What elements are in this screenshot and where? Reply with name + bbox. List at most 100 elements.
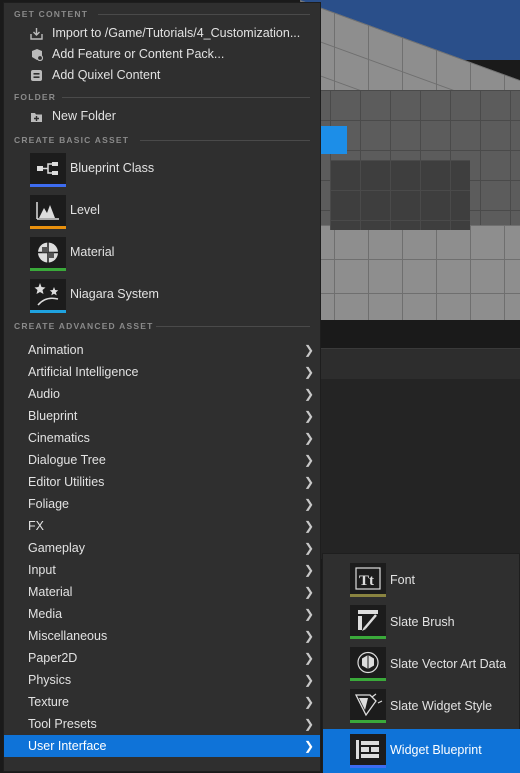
menu-item-label: Level (70, 203, 100, 217)
import-icon (30, 28, 43, 40)
section-divider (140, 140, 310, 141)
section-create-basic-asset: CREATE BASIC ASSET (4, 129, 320, 149)
menu-item-label: Miscellaneous (28, 629, 108, 643)
asset-color-bar (30, 226, 66, 229)
menu-item-foliage[interactable]: Foliage ❯ (4, 493, 320, 515)
chevron-right-icon: ❯ (304, 563, 315, 577)
viewport-ledge (300, 225, 520, 320)
menu-item-tool-presets[interactable]: Tool Presets ❯ (4, 713, 320, 735)
slate-widget-style-icon (350, 689, 386, 720)
menu-item-label: Gameplay (28, 541, 85, 555)
menu-item-audio[interactable]: Audio ❯ (4, 383, 320, 405)
section-title: CREATE ADVANCED ASSET (14, 321, 154, 331)
menu-item-label: Blueprint (28, 409, 78, 423)
menu-item-input[interactable]: Input ❯ (4, 559, 320, 581)
chevron-right-icon: ❯ (304, 387, 315, 401)
menu-item-label: Texture (28, 695, 69, 709)
chevron-right-icon: ❯ (304, 651, 315, 665)
menu-item-paper2d[interactable]: Paper2D ❯ (4, 647, 320, 669)
chevron-right-icon: ❯ (304, 541, 315, 555)
quixel-icon (31, 70, 42, 81)
menu-item-label: Dialogue Tree (28, 453, 106, 467)
submenu-item-slate-vector-art-data[interactable]: Slate Vector Art Data (323, 638, 520, 681)
menu-item-gameplay[interactable]: Gameplay ❯ (4, 537, 320, 559)
menu-item-label: Tool Presets (28, 717, 97, 731)
submenu-item-label: Widget Blueprint (390, 743, 482, 757)
chevron-right-icon: ❯ (304, 497, 315, 511)
menu-item-label: Foliage (28, 497, 69, 511)
menu-item-label: Audio (28, 387, 60, 401)
asset-color-bar (350, 720, 386, 723)
user-interface-submenu: Tt Font Slate Brush Slate Vector Art Dat… (322, 553, 520, 773)
chevron-right-icon: ❯ (304, 453, 315, 467)
material-icon (30, 237, 66, 268)
menu-item-user-interface[interactable]: User Interface ❯ (4, 735, 320, 757)
new-folder-icon (31, 113, 42, 122)
asset-color-bar (30, 310, 66, 313)
chevron-right-icon: ❯ (304, 519, 315, 533)
widget-blueprint-icon (350, 734, 386, 765)
blueprint-class-icon (30, 153, 66, 184)
menu-item-label: Physics (28, 673, 72, 687)
menu-item-blueprint-class[interactable]: Blueprint Class (4, 149, 320, 191)
section-title: GET CONTENT (14, 9, 89, 19)
chevron-right-icon: ❯ (304, 431, 315, 445)
slate-vector-art-icon (350, 647, 386, 678)
menu-item-label: Add Quixel Content (52, 68, 161, 82)
menu-item-new-folder[interactable]: New Folder (4, 106, 320, 129)
menu-item-physics[interactable]: Physics ❯ (4, 669, 320, 691)
chevron-right-icon: ❯ (304, 673, 315, 687)
submenu-item-slate-brush[interactable]: Slate Brush (323, 596, 520, 639)
menu-item-artificial-intelligence[interactable]: Artificial Intelligence ❯ (4, 361, 320, 383)
menu-item-label: Input (28, 563, 56, 577)
submenu-item-label: Slate Vector Art Data (390, 657, 507, 671)
menu-item-label: Artificial Intelligence (28, 365, 139, 379)
menu-item-material-category[interactable]: Material ❯ (4, 581, 320, 603)
menu-item-media[interactable]: Media ❯ (4, 603, 320, 625)
menu-item-label: Animation (28, 343, 84, 357)
menu-item-cinematics[interactable]: Cinematics ❯ (4, 427, 320, 449)
menu-item-dialogue-tree[interactable]: Dialogue Tree ❯ (4, 449, 320, 471)
details-panel (300, 348, 520, 559)
menu-item-add-feature-pack[interactable]: Add Feature or Content Pack... (4, 44, 320, 65)
submenu-item-slate-widget-style[interactable]: Slate Widget Style (323, 680, 520, 723)
menu-item-level[interactable]: Level (4, 191, 320, 233)
viewport-pit (330, 160, 470, 230)
feature-pack-icon (32, 49, 43, 61)
section-divider (98, 14, 310, 15)
section-get-content: GET CONTENT (4, 3, 320, 23)
menu-item-animation[interactable]: Animation ❯ (4, 339, 320, 361)
menu-item-blueprint[interactable]: Blueprint ❯ (4, 405, 320, 427)
menu-item-label: Import to /Game/Tutorials/4_Customizatio… (52, 26, 301, 40)
section-divider (62, 97, 310, 98)
chevron-right-icon: ❯ (304, 607, 315, 621)
submenu-item-font[interactable]: Tt Font (323, 554, 520, 597)
menu-item-label: New Folder (52, 109, 116, 123)
chevron-right-icon: ❯ (304, 585, 315, 599)
menu-item-texture[interactable]: Texture ❯ (4, 691, 320, 713)
menu-item-niagara-system[interactable]: Niagara System (4, 275, 320, 317)
chevron-right-icon: ❯ (304, 717, 315, 731)
submenu-item-widget-blueprint[interactable]: Widget Blueprint (323, 729, 520, 773)
section-title: CREATE BASIC ASSET (14, 135, 130, 145)
advanced-asset-list: Animation ❯ Artificial Intelligence ❯ Audi… (4, 339, 320, 757)
chevron-right-icon: ❯ (304, 695, 315, 709)
viewport-cube (321, 126, 347, 154)
asset-color-bar (30, 268, 66, 271)
submenu-item-label: Slate Widget Style (390, 699, 493, 713)
menu-item-editor-utilities[interactable]: Editor Utilities ❯ (4, 471, 320, 493)
submenu-item-label: Slate Brush (390, 615, 455, 629)
menu-item-add-quixel[interactable]: Add Quixel Content (4, 65, 320, 86)
menu-item-material[interactable]: Material (4, 233, 320, 275)
svg-text:Tt: Tt (359, 573, 374, 589)
menu-item-fx[interactable]: FX ❯ (4, 515, 320, 537)
chevron-right-icon: ❯ (304, 343, 315, 357)
menu-item-import[interactable]: Import to /Game/Tutorials/4_Customizatio… (4, 23, 320, 44)
menu-item-label: Paper2D (28, 651, 78, 665)
menu-item-miscellaneous[interactable]: Miscellaneous ❯ (4, 625, 320, 647)
asset-color-bar (350, 765, 386, 768)
niagara-system-icon (30, 279, 66, 310)
submenu-item-label: Font (390, 573, 416, 587)
chevron-right-icon: ❯ (304, 475, 315, 489)
menu-item-label: Blueprint Class (70, 161, 155, 175)
